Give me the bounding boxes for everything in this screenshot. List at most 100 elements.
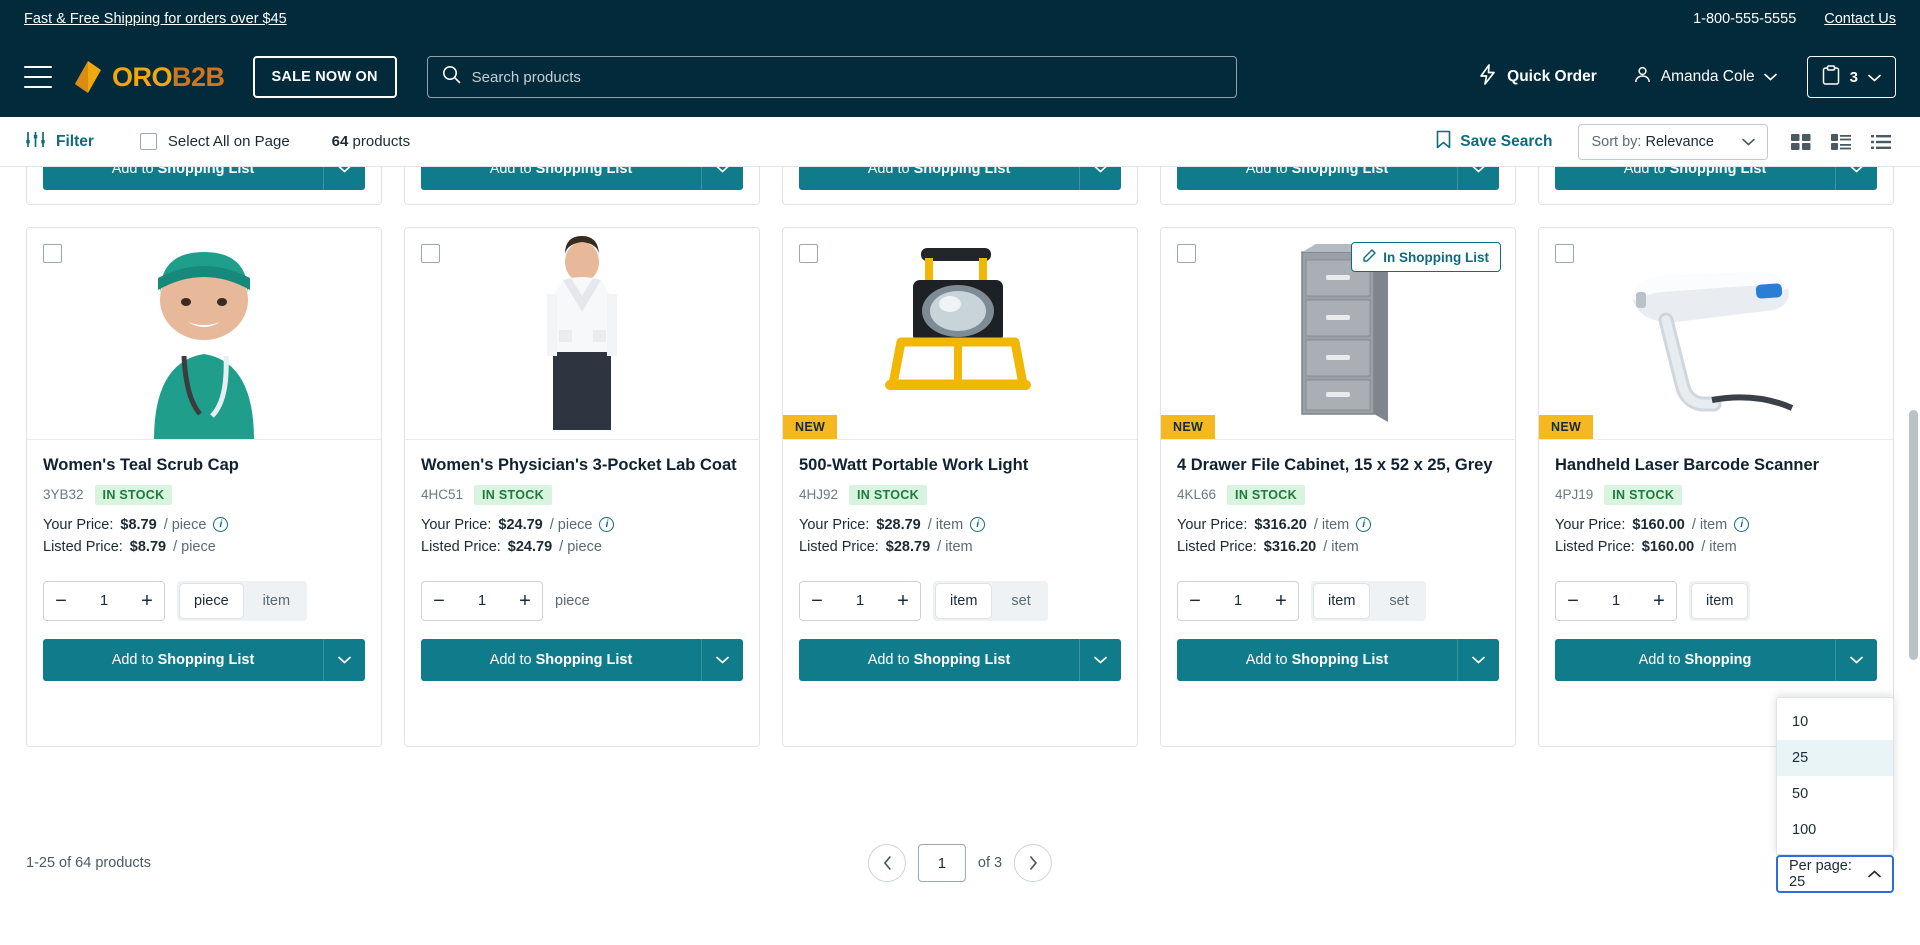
quantity-value[interactable]: 1 xyxy=(834,592,886,609)
add-to-shopping-list-button[interactable]: Add to Shopping List xyxy=(421,167,701,190)
per-page-option-25[interactable]: 25 xyxy=(1777,740,1893,776)
add-to-list-dropdown-caret[interactable] xyxy=(701,638,743,681)
previous-page-button[interactable] xyxy=(867,844,906,882)
scrollbar-thumb[interactable] xyxy=(1909,410,1918,660)
price-info-icon[interactable]: i xyxy=(1734,517,1750,533)
add-to-list-dropdown-caret[interactable] xyxy=(1079,638,1121,681)
quantity-decrement-button[interactable]: − xyxy=(44,582,78,620)
unit-toggle[interactable]: piece item xyxy=(177,580,308,621)
product-title[interactable]: Handheld Laser Barcode Scanner xyxy=(1555,455,1877,476)
per-page-option-100[interactable]: 100 xyxy=(1777,812,1893,848)
logo[interactable]: OROB2B xyxy=(72,60,225,94)
add-to-shopping-list-button[interactable]: Add to Shopping List xyxy=(43,167,323,190)
quantity-stepper[interactable]: − 1 + xyxy=(43,580,165,621)
hamburger-menu-icon[interactable] xyxy=(24,66,52,88)
quantity-increment-button[interactable]: + xyxy=(1264,582,1298,620)
unit-option-item[interactable]: item xyxy=(936,583,992,618)
cart-button[interactable]: 3 xyxy=(1806,56,1896,98)
add-to-list-dropdown-caret[interactable] xyxy=(1457,638,1499,681)
account-menu[interactable]: Amanda Cole xyxy=(1633,65,1777,89)
unit-option-item[interactable]: item xyxy=(1314,583,1370,618)
add-to-list-dropdown-caret[interactable] xyxy=(1835,638,1877,681)
quantity-stepper[interactable]: − 1 + xyxy=(799,580,921,621)
add-to-shopping-list-button[interactable]: Add to Shopping List xyxy=(799,167,1079,190)
product-select-checkbox[interactable] xyxy=(1177,244,1196,263)
save-search-button[interactable]: Save Search xyxy=(1436,130,1552,154)
quantity-value[interactable]: 1 xyxy=(1212,592,1264,609)
unit-toggle[interactable]: item set xyxy=(1311,580,1426,621)
unit-option-set[interactable]: set xyxy=(1372,581,1425,621)
product-select-checkbox[interactable] xyxy=(43,244,62,263)
quantity-decrement-button[interactable]: − xyxy=(1556,582,1590,620)
select-all-on-page[interactable]: Select All on Page xyxy=(139,133,290,150)
add-to-list-dropdown-caret[interactable] xyxy=(1835,167,1877,190)
select-all-checkbox[interactable] xyxy=(139,133,157,150)
quantity-decrement-button[interactable]: − xyxy=(422,582,456,620)
per-page-button[interactable]: Per page: 25 xyxy=(1776,855,1894,893)
unit-option-piece[interactable]: piece xyxy=(180,583,243,618)
search-input[interactable] xyxy=(471,68,1222,86)
unit-option-item[interactable]: item xyxy=(246,581,307,621)
page-number-input[interactable] xyxy=(917,844,966,882)
quantity-increment-button[interactable]: + xyxy=(130,582,164,620)
per-page-option-50[interactable]: 50 xyxy=(1777,776,1893,812)
price-info-icon[interactable]: i xyxy=(213,517,229,533)
add-to-shopping-list-button[interactable]: Add to Shopping List xyxy=(1177,638,1457,681)
add-to-shopping-list-button[interactable]: Add to Shopping List xyxy=(1177,167,1457,190)
sort-by-select[interactable]: Sort by: Relevance xyxy=(1578,123,1768,160)
quick-order-button[interactable]: Quick Order xyxy=(1478,64,1597,90)
quantity-increment-button[interactable]: + xyxy=(886,582,920,620)
add-to-shopping-list-button[interactable]: Add to Shopping List xyxy=(43,638,323,681)
filter-button[interactable]: Filter xyxy=(26,131,94,153)
quantity-decrement-button[interactable]: − xyxy=(800,582,834,620)
product-select-checkbox[interactable] xyxy=(799,244,818,263)
unit-option-set[interactable]: set xyxy=(994,581,1047,621)
price-info-icon[interactable]: i xyxy=(1356,517,1372,533)
free-shipping-link[interactable]: Fast & Free Shipping for orders over $45 xyxy=(24,11,287,27)
product-image[interactable] xyxy=(405,228,759,440)
quantity-value[interactable]: 1 xyxy=(78,592,130,609)
quantity-decrement-button[interactable]: − xyxy=(1178,582,1212,620)
product-image[interactable]: NEW xyxy=(783,228,1137,440)
list-view-button[interactable] xyxy=(1868,130,1894,154)
add-to-shopping-list-button[interactable]: Add to Shopping List xyxy=(421,638,701,681)
unit-option-item[interactable]: item xyxy=(1692,583,1748,618)
quantity-increment-button[interactable]: + xyxy=(508,582,542,620)
price-info-icon[interactable]: i xyxy=(599,517,615,533)
add-to-list-dropdown-caret[interactable] xyxy=(1079,167,1121,190)
quantity-stepper[interactable]: − 1 + xyxy=(1555,580,1677,621)
product-image[interactable]: NEW xyxy=(1539,228,1893,440)
gallery-view-button[interactable] xyxy=(1828,130,1854,154)
next-page-button[interactable] xyxy=(1014,844,1053,882)
quantity-increment-button[interactable]: + xyxy=(1642,582,1676,620)
add-to-list-dropdown-caret[interactable] xyxy=(323,167,365,190)
product-title[interactable]: Women's Teal Scrub Cap xyxy=(43,455,365,476)
sale-now-on-button[interactable]: SALE NOW ON xyxy=(252,56,397,98)
phone-number[interactable]: 1-800-555-5555 xyxy=(1693,11,1796,27)
page-scrollbar[interactable] xyxy=(1909,130,1918,670)
in-shopping-list-badge[interactable]: In Shopping List xyxy=(1351,242,1501,272)
add-to-list-dropdown-caret[interactable] xyxy=(323,638,365,681)
quantity-stepper[interactable]: − 1 + xyxy=(421,580,543,621)
unit-toggle[interactable]: item xyxy=(1689,580,1751,621)
per-page-option-10[interactable]: 10 xyxy=(1777,704,1893,740)
product-select-checkbox[interactable] xyxy=(421,244,440,263)
add-to-shopping-list-button[interactable]: Add to Shopping xyxy=(1555,638,1835,681)
product-title[interactable]: Women's Physician's 3-Pocket Lab Coat xyxy=(421,455,743,476)
add-to-list-dropdown-caret[interactable] xyxy=(1457,167,1499,190)
product-select-checkbox[interactable] xyxy=(1555,244,1574,263)
quantity-value[interactable]: 1 xyxy=(456,592,508,609)
contact-us-link[interactable]: Contact Us xyxy=(1824,11,1896,27)
quantity-value[interactable]: 1 xyxy=(1590,592,1642,609)
add-to-shopping-list-button[interactable]: Add to Shopping List xyxy=(1555,167,1835,190)
add-to-list-dropdown-caret[interactable] xyxy=(701,167,743,190)
add-to-shopping-list-button[interactable]: Add to Shopping List xyxy=(799,638,1079,681)
product-title[interactable]: 4 Drawer File Cabinet, 15 x 52 x 25, Gre… xyxy=(1177,455,1499,476)
unit-toggle[interactable]: item set xyxy=(933,580,1048,621)
price-info-icon[interactable]: i xyxy=(970,517,986,533)
quantity-stepper[interactable]: − 1 + xyxy=(1177,580,1299,621)
product-title[interactable]: 500-Watt Portable Work Light xyxy=(799,455,1121,476)
grid-view-button[interactable] xyxy=(1788,130,1814,154)
search-box[interactable] xyxy=(426,56,1237,98)
product-image[interactable] xyxy=(27,228,381,440)
